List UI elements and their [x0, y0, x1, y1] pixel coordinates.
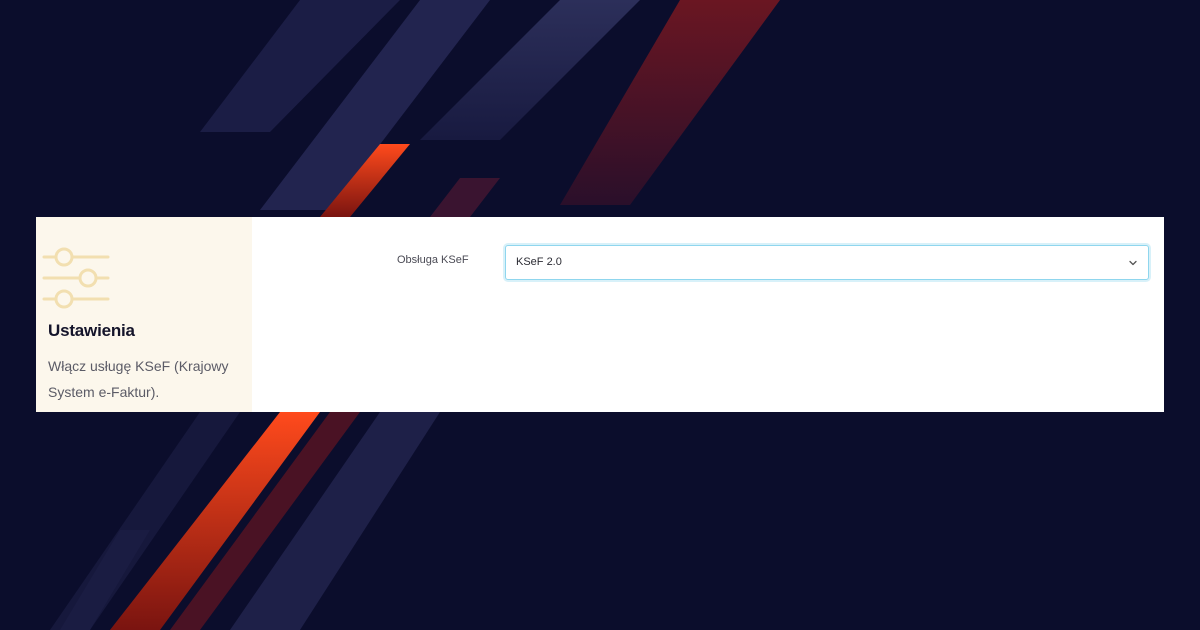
settings-panel: Ustawienia Włącz usługę KSeF (Krajowy Sy…	[36, 217, 1164, 412]
section-description: Włącz usługę KSeF (Krajowy System e-Fakt…	[48, 358, 229, 400]
settings-sidebar: Ustawienia Włącz usługę KSeF (Krajowy Sy…	[36, 217, 252, 412]
sliders-icon	[42, 247, 110, 309]
select-value: KSeF 2.0	[516, 256, 562, 268]
ksef-version-select[interactable]: KSeF 2.0	[505, 245, 1149, 280]
chevron-down-icon	[1129, 260, 1137, 266]
settings-form: Obsługa KSeF KSeF 2.0	[252, 217, 1164, 412]
ksef-field-label: Obsługa KSeF	[397, 254, 469, 266]
section-title: Ustawienia	[48, 321, 135, 340]
